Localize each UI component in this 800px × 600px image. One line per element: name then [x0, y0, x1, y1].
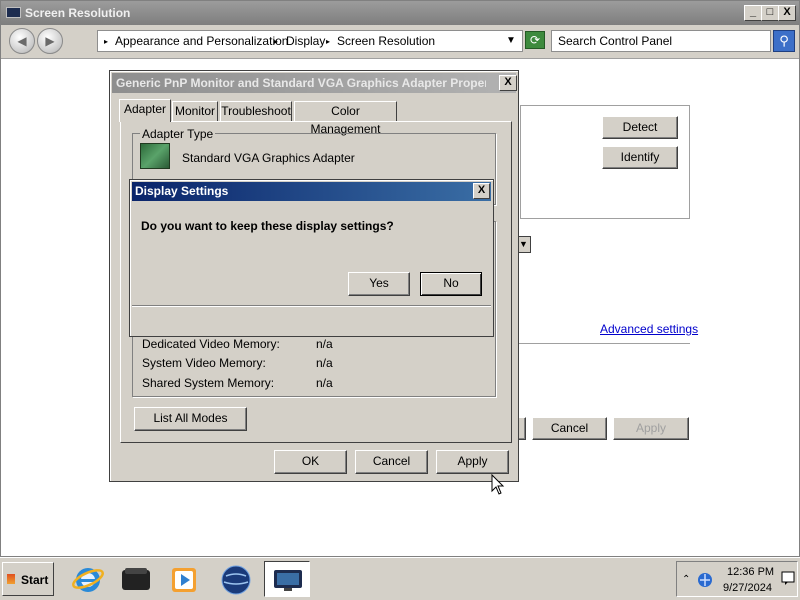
breadcrumb[interactable]: ▸ Appearance and Personalization ▸ Displ… [97, 30, 523, 52]
system-tray: ⌃ 12:36 PM 9/27/2024 [676, 561, 798, 597]
display-settings-dialog: Display Settings X Do you want to keep t… [129, 179, 494, 337]
keep-settings-question: Do you want to keep these display settin… [141, 219, 394, 233]
advanced-settings-link[interactable]: Advanced settings [600, 322, 698, 336]
dedicated-memory-value: n/a [316, 337, 333, 351]
identify-button[interactable]: Identify [602, 146, 678, 169]
breadcrumb-item-display[interactable]: Display [286, 34, 325, 48]
adapter-type-label: Adapter Type [140, 127, 216, 141]
dialog-title: Generic PnP Monitor and Standard VGA Gra… [116, 76, 486, 90]
windows-logo-icon [7, 574, 15, 584]
detect-button[interactable]: Detect [602, 116, 678, 139]
start-button[interactable]: Start [2, 562, 54, 596]
display-icon [274, 570, 302, 591]
search-icon[interactable]: ⚲ [773, 30, 795, 52]
action-center-icon[interactable] [781, 570, 795, 586]
search-input[interactable]: Search Control Panel [551, 30, 771, 52]
maximize-button[interactable]: □ [761, 5, 779, 21]
dialog-titlebar[interactable]: Generic PnP Monitor and Standard VGA Gra… [112, 73, 517, 93]
shared-memory-label: Shared System Memory: [142, 376, 275, 390]
dialog-title: Display Settings [135, 184, 229, 198]
close-button[interactable]: X [778, 5, 796, 21]
adapter-name: Standard VGA Graphics Adapter [182, 151, 355, 165]
apply-button[interactable]: Apply [436, 450, 509, 474]
cancel-button[interactable]: Cancel [355, 450, 428, 474]
tab-troubleshoot[interactable]: Troubleshoot [220, 101, 292, 121]
tab-adapter[interactable]: Adapter [119, 99, 171, 122]
breadcrumb-item-screen-resolution[interactable]: Screen Resolution [337, 34, 435, 48]
yes-button[interactable]: Yes [348, 272, 410, 296]
chevron-down-icon[interactable]: ▼ [506, 35, 516, 46]
ok-button[interactable]: OK [274, 450, 347, 474]
graphics-card-icon [140, 143, 170, 169]
breadcrumb-separator-icon: ▸ [274, 37, 279, 46]
ok-button-partial[interactable] [518, 417, 526, 440]
back-icon[interactable]: ◀ [9, 28, 35, 54]
no-button[interactable]: No [420, 272, 482, 296]
system-memory-value: n/a [316, 356, 333, 370]
breadcrumb-separator-icon: ▸ [326, 37, 331, 46]
window-title: Screen Resolution [25, 6, 131, 20]
internet-explorer-icon[interactable] [70, 562, 106, 596]
breadcrumb-separator-icon: ▸ [104, 37, 109, 46]
dialog-titlebar[interactable]: Display Settings X [132, 182, 491, 201]
shared-memory-value: n/a [316, 376, 333, 390]
cancel-button[interactable]: Cancel [532, 417, 607, 440]
clock-date[interactable]: 9/27/2024 [723, 582, 772, 594]
forward-icon[interactable]: ▶ [37, 28, 63, 54]
minimize-button[interactable]: _ [744, 5, 762, 21]
taskbar: Start ⌃ 12:36 PM 9/27/2024 [0, 557, 800, 600]
taskbar-item-screen-resolution[interactable] [264, 561, 310, 597]
display-icon [6, 7, 21, 18]
close-button[interactable]: X [473, 183, 490, 199]
refresh-icon[interactable]: ⟳ [525, 31, 545, 49]
start-label: Start [21, 573, 49, 587]
show-hidden-icons-icon[interactable]: ⌃ [682, 574, 690, 585]
clock-time[interactable]: 12:36 PM [727, 566, 774, 578]
search-placeholder: Search Control Panel [558, 34, 673, 48]
media-center-icon[interactable] [118, 562, 154, 596]
dedicated-memory-label: Dedicated Video Memory: [142, 337, 280, 351]
system-memory-label: System Video Memory: [142, 356, 266, 370]
close-button[interactable]: X [499, 75, 517, 91]
apply-button[interactable]: Apply [613, 417, 689, 440]
globe-icon[interactable] [218, 562, 254, 596]
address-toolbar: ◀ ▶ ▸ Appearance and Personalization ▸ D… [1, 25, 799, 59]
main-titlebar[interactable]: Screen Resolution _ □ X [1, 1, 799, 25]
divider [132, 305, 491, 307]
tab-monitor[interactable]: Monitor [172, 101, 218, 121]
media-player-icon[interactable] [166, 562, 202, 596]
divider [508, 343, 690, 344]
mouse-cursor-icon [491, 474, 505, 495]
tab-color-management[interactable]: Color Management [294, 101, 397, 136]
network-icon[interactable] [697, 572, 713, 588]
list-all-modes-button[interactable]: List All Modes [134, 407, 247, 431]
breadcrumb-item-appearance[interactable]: Appearance and Personalization [115, 34, 288, 48]
